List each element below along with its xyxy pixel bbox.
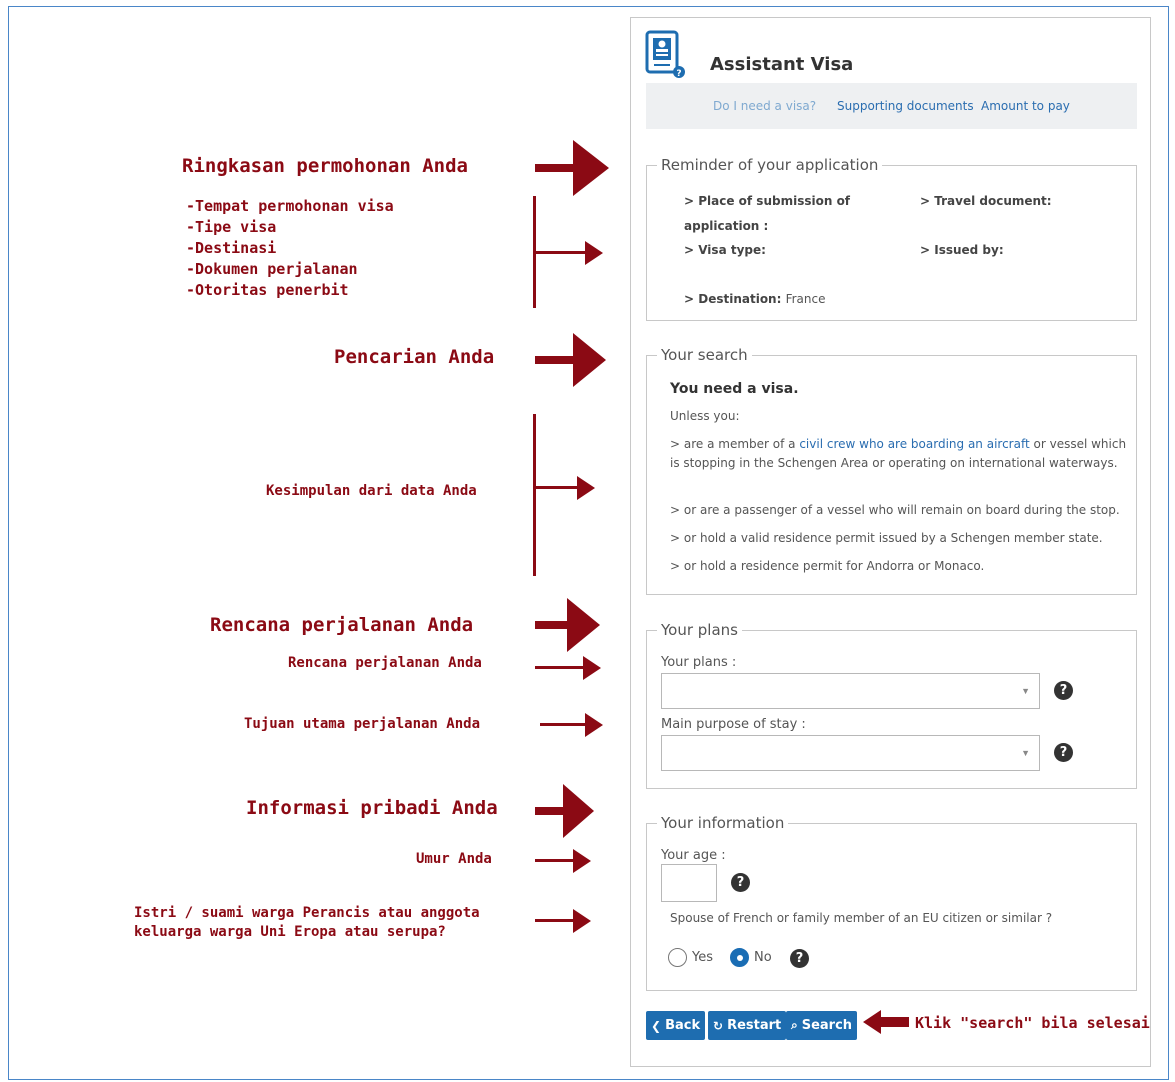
purpose-select[interactable]: ▼ bbox=[661, 735, 1040, 771]
help-icon[interactable]: ? bbox=[1054, 743, 1073, 762]
travel-document-label: > Travel document: bbox=[920, 194, 1052, 208]
spouse-yes-label: Yes bbox=[692, 950, 713, 965]
back-button[interactable]: ❮ Back bbox=[646, 1011, 706, 1040]
svg-text:?: ? bbox=[676, 69, 681, 79]
annotation-arrow-spouse-item bbox=[535, 909, 591, 933]
tab-supporting-documents[interactable]: Supporting documents bbox=[837, 99, 974, 113]
destination-row: > Destination: France bbox=[684, 292, 826, 306]
reminder-legend: Reminder of your application bbox=[657, 156, 883, 174]
annotation-arrow-plans bbox=[535, 598, 600, 652]
annotation-arrow-purpose-item bbox=[540, 713, 603, 737]
plans-select[interactable]: ▼ bbox=[661, 673, 1040, 709]
annotation-arrow-conclusion bbox=[535, 476, 595, 500]
tab-do-i-need-visa[interactable]: Do I need a visa? bbox=[713, 99, 816, 113]
search-exception-crew: > are a member of a civil crew who are b… bbox=[670, 437, 1127, 470]
search-result-headline: You need a visa. bbox=[670, 381, 799, 397]
annotation-spouse-line: keluarga warga Uni Eropa atau serupa? bbox=[134, 924, 446, 940]
search-exception-passenger: > or are a passenger of a vessel who wil… bbox=[670, 503, 1120, 517]
chevron-down-icon: ▼ bbox=[1021, 748, 1030, 758]
chevron-left-icon: ❮ bbox=[651, 1018, 662, 1033]
annotation-list-item: -Destinasi bbox=[186, 239, 277, 257]
age-input[interactable] bbox=[661, 864, 717, 902]
age-label: Your age : bbox=[661, 848, 726, 863]
annotation-spouse-line: Istri / suami warga Perancis atau anggot… bbox=[134, 905, 480, 921]
annotation-arrow-search-hint bbox=[863, 1010, 909, 1034]
search-exception-schengen-permit: > or hold a valid residence permit issue… bbox=[670, 531, 1103, 545]
restart-button[interactable]: ↻ Restart bbox=[708, 1011, 787, 1040]
annotation-arrow-search bbox=[535, 333, 606, 387]
refresh-icon: ↻ bbox=[713, 1018, 724, 1033]
annotation-arrow-age-item bbox=[535, 849, 591, 873]
help-icon[interactable]: ? bbox=[790, 949, 809, 968]
destination-label: > Destination: bbox=[684, 292, 782, 306]
annotation-search-title: Pencarian Anda bbox=[334, 346, 495, 368]
annotation-search-hint: Klik "search" bila selesai bbox=[915, 1014, 1150, 1032]
issued-by-label: > Issued by: bbox=[920, 243, 1004, 257]
annotation-reminder-title: Ringkasan permohonan Anda bbox=[182, 155, 468, 177]
destination-value: France bbox=[785, 292, 826, 306]
annotation-purpose-item: Tujuan utama perjalanan Anda bbox=[244, 716, 481, 732]
annotation-list-item: -Dokumen perjalanan bbox=[186, 260, 358, 278]
annotation-arrow-plans-item bbox=[535, 656, 601, 680]
place-of-submission-label-cont: application : bbox=[684, 219, 769, 233]
plans-label: Your plans : bbox=[661, 655, 737, 670]
search-icon: ⌕ bbox=[791, 1018, 798, 1032]
annotation-arrow-reminder-list bbox=[535, 241, 603, 265]
civil-crew-link[interactable]: civil crew who are boarding an aircraft bbox=[799, 437, 1029, 451]
page-title: Assistant Visa bbox=[710, 54, 854, 75]
chevron-down-icon: ▼ bbox=[1021, 686, 1030, 696]
annotation-plans-item: Rencana perjalanan Anda bbox=[288, 655, 482, 671]
visa-document-icon: ? bbox=[645, 30, 685, 79]
annotation-list-item: -Otoritas penerbit bbox=[186, 281, 349, 299]
annotation-arrow-info bbox=[535, 784, 594, 838]
tab-amount-to-pay[interactable]: Amount to pay bbox=[981, 99, 1070, 113]
search-button[interactable]: ⌕ Search bbox=[786, 1011, 858, 1040]
annotation-spouse-item: Istri / suami warga Perancis atau anggot… bbox=[134, 904, 480, 942]
annotation-conclusion: Kesimpulan dari data Anda bbox=[266, 483, 477, 499]
help-icon[interactable]: ? bbox=[1054, 681, 1073, 700]
spouse-no-label: No bbox=[754, 950, 772, 965]
plans-legend: Your plans bbox=[657, 621, 742, 639]
spouse-question: Spouse of French or family member of an … bbox=[670, 911, 1053, 925]
information-legend: Your information bbox=[657, 814, 789, 832]
annotation-age-item: Umur Anda bbox=[416, 851, 492, 867]
search-exception-andorra-permit: > or hold a residence permit for Andorra… bbox=[670, 559, 985, 573]
spouse-yes-radio[interactable] bbox=[668, 948, 687, 967]
annotation-list-item: -Tempat permohonan visa bbox=[186, 197, 394, 215]
place-of-submission-label: > Place of submission of bbox=[684, 194, 851, 208]
search-legend: Your search bbox=[657, 346, 752, 364]
visa-type-label: > Visa type: bbox=[684, 243, 766, 257]
spouse-no-radio[interactable] bbox=[730, 948, 749, 967]
help-icon[interactable]: ? bbox=[731, 873, 750, 892]
purpose-label: Main purpose of stay : bbox=[661, 717, 806, 732]
annotation-plans-title: Rencana perjalanan Anda bbox=[210, 614, 474, 636]
annotation-reminder-list: -Tempat permohonan visa -Tipe visa -Dest… bbox=[186, 196, 394, 301]
search-unless: Unless you: bbox=[670, 409, 740, 423]
annotation-arrow-reminder bbox=[535, 140, 609, 196]
annotation-list-item: -Tipe visa bbox=[186, 218, 277, 236]
annotation-info-title: Informasi pribadi Anda bbox=[246, 797, 498, 819]
